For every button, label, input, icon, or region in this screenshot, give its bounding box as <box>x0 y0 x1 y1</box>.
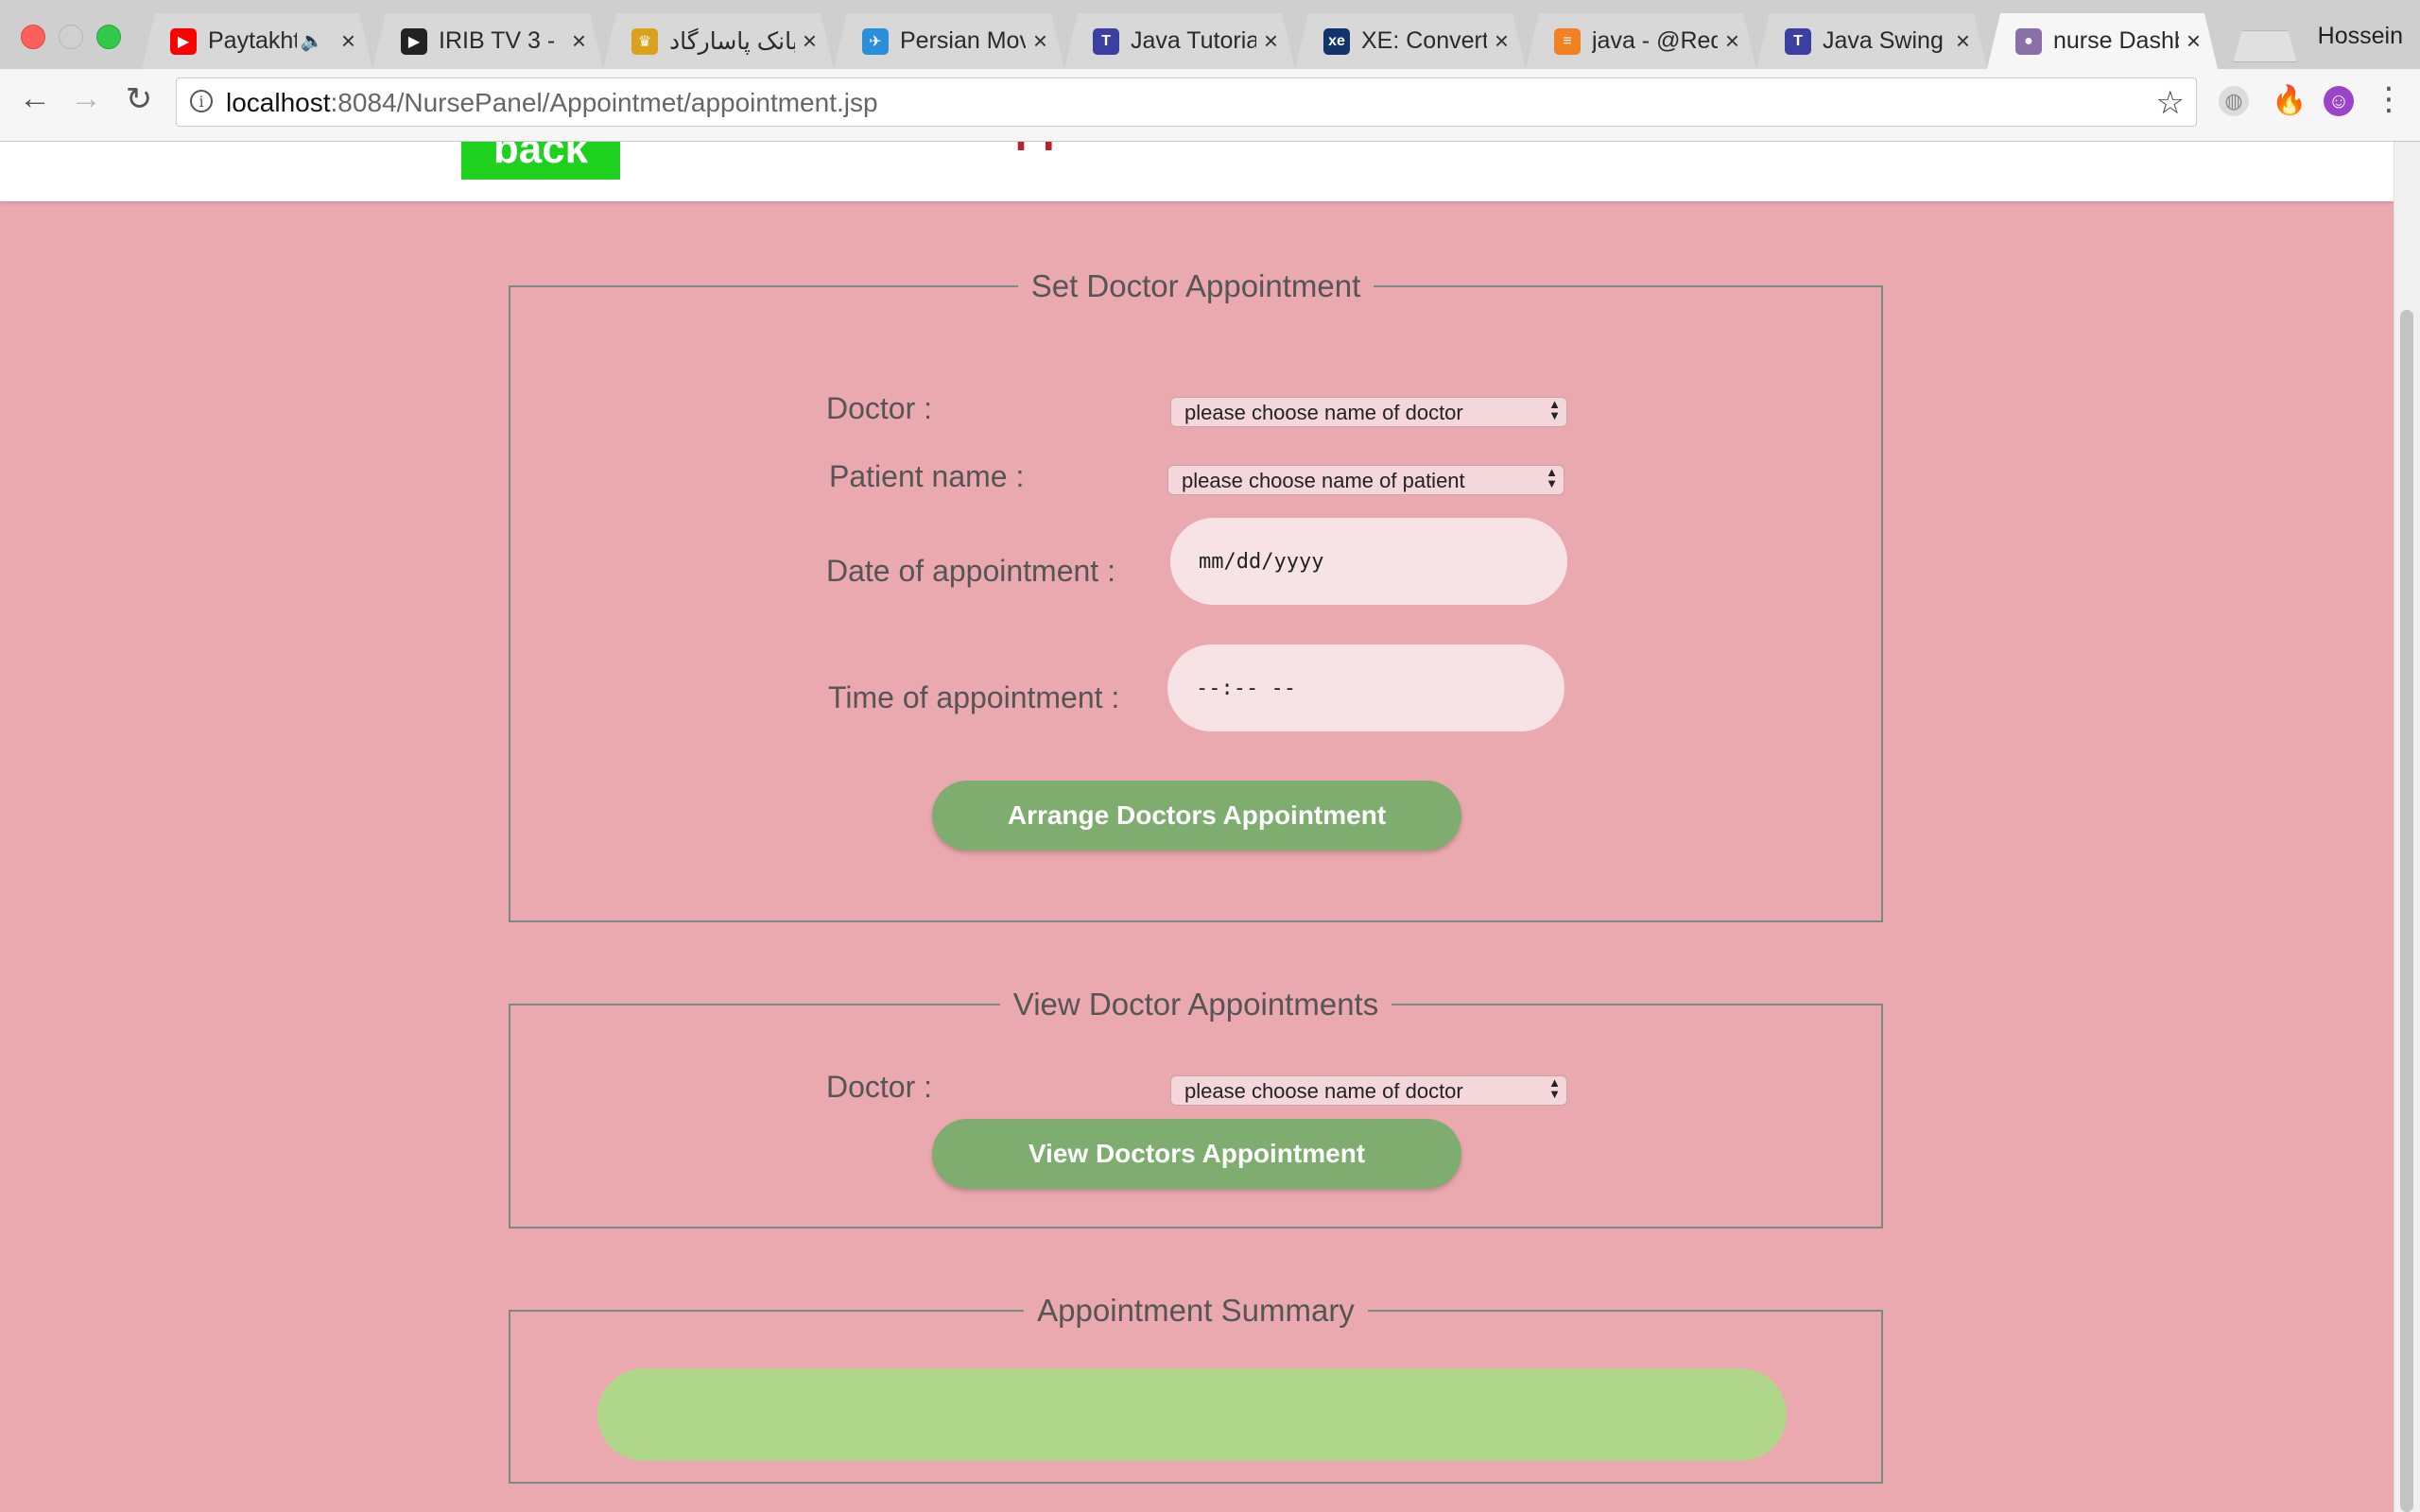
appointment-summary-legend: Appointment Summary <box>1037 1293 1355 1328</box>
doctor-select-value: please choose name of doctor <box>1184 401 1463 424</box>
browser-toolbar: ← → ↻ i localhost:8084/NursePanel/Appoin… <box>0 69 2420 142</box>
close-tab-icon[interactable]: × <box>1495 26 1509 56</box>
globe-extension-icon[interactable]: ◍ <box>2219 86 2249 116</box>
stackoverflow-icon: ≡ <box>1554 28 1581 55</box>
close-tab-icon[interactable]: × <box>1264 26 1278 56</box>
forward-arrow-icon[interactable]: → <box>62 80 110 117</box>
play-icon: ▶ <box>401 28 427 55</box>
browser-tab[interactable]: xe XE: Convert × <box>1295 13 1526 69</box>
time-label: Time of appointment : <box>828 680 1120 714</box>
select-arrows-icon: ▲ ▼ <box>1548 397 1561 422</box>
tab-title: nurse Dashb <box>2053 27 2179 54</box>
tab-title: IRIB TV 3 - <box>439 27 556 54</box>
view-doctor-label: Doctor : <box>826 1070 933 1104</box>
fire-extension-icon[interactable]: 🔥 <box>2272 86 2307 116</box>
back-button-label: back <box>493 142 589 172</box>
browser-tab[interactable]: ♛ بانک پاسارگاد ::× <box>603 13 834 69</box>
select-arrows-icon: ▲ ▼ <box>1546 465 1558 490</box>
browser-tab[interactable]: T Java Tutoria × <box>1064 13 1295 69</box>
close-tab-icon[interactable]: × <box>341 26 355 56</box>
patient-select[interactable]: please choose name of patient ▲ ▼ <box>1167 465 1564 495</box>
date-input[interactable]: mm/dd/yyyy <box>1170 518 1567 605</box>
tab-title: Paytakht <box>208 27 297 54</box>
close-window-button[interactable] <box>21 25 45 49</box>
back-arrow-icon[interactable]: ← <box>11 80 59 117</box>
close-tab-icon[interactable]: × <box>2187 26 2201 56</box>
close-tab-icon[interactable]: × <box>803 26 817 56</box>
bird-icon: ✈ <box>862 28 889 55</box>
speaker-icon[interactable]: 🔈 <box>301 29 324 53</box>
date-label: Date of appointment : <box>826 554 1115 588</box>
close-tab-icon[interactable]: × <box>1956 26 1970 56</box>
browser-tab-bar: ▶ Paytakht 🔈 × ▶ IRIB TV 3 - × ♛ بانک پاسارگاد … <box>0 0 2420 69</box>
set-appointment-fieldset: Set Doctor Appointment Doctor : please c… <box>509 268 1883 922</box>
view-appointments-button[interactable]: View Doctors Appointment <box>932 1119 1461 1189</box>
doctor-label: Doctor : <box>826 391 933 425</box>
close-tab-icon[interactable]: × <box>572 26 586 56</box>
tab-title: Java Swing <box>1823 27 1944 54</box>
browser-tab[interactable]: ✈ Persian Mov × <box>834 13 1064 69</box>
arrange-appointment-button[interactable]: Arrange Doctors Appointment <box>932 781 1461 850</box>
browser-tab[interactable]: ● nurse Dashb × <box>1987 13 2218 69</box>
bookmark-star-icon[interactable]: ☆ <box>2156 84 2185 122</box>
patient-select-value: please choose name of patient <box>1182 469 1465 492</box>
appointment-summary-box <box>597 1368 1787 1461</box>
url-host: localhost <box>226 88 331 117</box>
view-doctor-select-value: please choose name of doctor <box>1184 1079 1463 1103</box>
info-icon[interactable]: i <box>190 90 213 112</box>
maximize-window-button[interactable] <box>96 25 121 49</box>
browser-tab[interactable]: ▶ IRIB TV 3 - × <box>372 13 603 69</box>
new-tab-button[interactable] <box>2233 30 2297 62</box>
page-viewport: back doctor appointment Set Doctor Appoi… <box>0 142 2394 1512</box>
set-appointment-legend: Set Doctor Appointment <box>1030 268 1361 303</box>
profile-name[interactable]: Hossein <box>2318 23 2403 50</box>
reload-icon[interactable]: ↻ <box>115 80 163 118</box>
avatar-icon: ● <box>2015 28 2042 55</box>
url-text[interactable]: localhost:8084/NursePanel/Appointmet/app… <box>226 88 878 118</box>
view-doctor-select[interactable]: please choose name of doctor ▲ ▼ <box>1170 1075 1567 1106</box>
tab-strip: ▶ Paytakht 🔈 × ▶ IRIB TV 3 - × ♛ بانک پاسارگاد … <box>142 13 2218 69</box>
appointment-summary-fieldset: Appointment Summary <box>509 1293 1883 1484</box>
doctor-select[interactable]: please choose name of doctor ▲ ▼ <box>1170 397 1567 427</box>
face-extension-icon[interactable]: ☺ <box>2324 86 2354 116</box>
tab-title: Persian Mov <box>900 27 1026 54</box>
scrollbar-thumb[interactable] <box>2400 310 2413 1512</box>
browser-menu-icon[interactable]: ⋮ <box>2373 83 2405 116</box>
back-button[interactable]: back <box>461 142 620 180</box>
select-arrows-icon: ▲ ▼ <box>1548 1075 1561 1101</box>
url-path: :8084/NursePanel/Appointmet/appointment.… <box>330 88 878 117</box>
view-appointments-legend: View Doctor Appointments <box>1012 987 1379 1022</box>
time-input[interactable]: --:-- -- <box>1167 644 1564 731</box>
browser-tab[interactable]: ▶ Paytakht 🔈 × <box>142 13 372 69</box>
tutorialspoint-icon: T <box>1093 28 1119 55</box>
close-tab-icon[interactable]: × <box>1725 26 1739 56</box>
browser-tab[interactable]: T Java Swing × <box>1756 13 1987 69</box>
address-bar[interactable]: i localhost:8084/NursePanel/Appointmet/a… <box>176 77 2197 127</box>
patient-name-label: Patient name : <box>829 459 1025 493</box>
xe-icon: xe <box>1323 28 1350 55</box>
tutorialspoint-icon: T <box>1785 28 1811 55</box>
browser-tab[interactable]: ≡ java - @Req × <box>1526 13 1756 69</box>
youtube-icon: ▶ <box>170 28 197 55</box>
tab-title: بانک پاسارگاد :: <box>669 27 795 55</box>
minimize-window-button[interactable] <box>59 25 83 49</box>
tab-title: XE: Convert <box>1361 27 1487 54</box>
page-title: doctor appointment <box>836 142 1262 152</box>
close-tab-icon[interactable]: × <box>1033 26 1047 56</box>
view-appointments-fieldset: View Doctor Appointments Doctor : please… <box>509 987 1883 1228</box>
tab-title: java - @Req <box>1592 27 1718 54</box>
bank-icon: ♛ <box>631 28 658 55</box>
tab-title: Java Tutoria <box>1131 27 1256 54</box>
page-header: back doctor appointment <box>0 142 2394 201</box>
